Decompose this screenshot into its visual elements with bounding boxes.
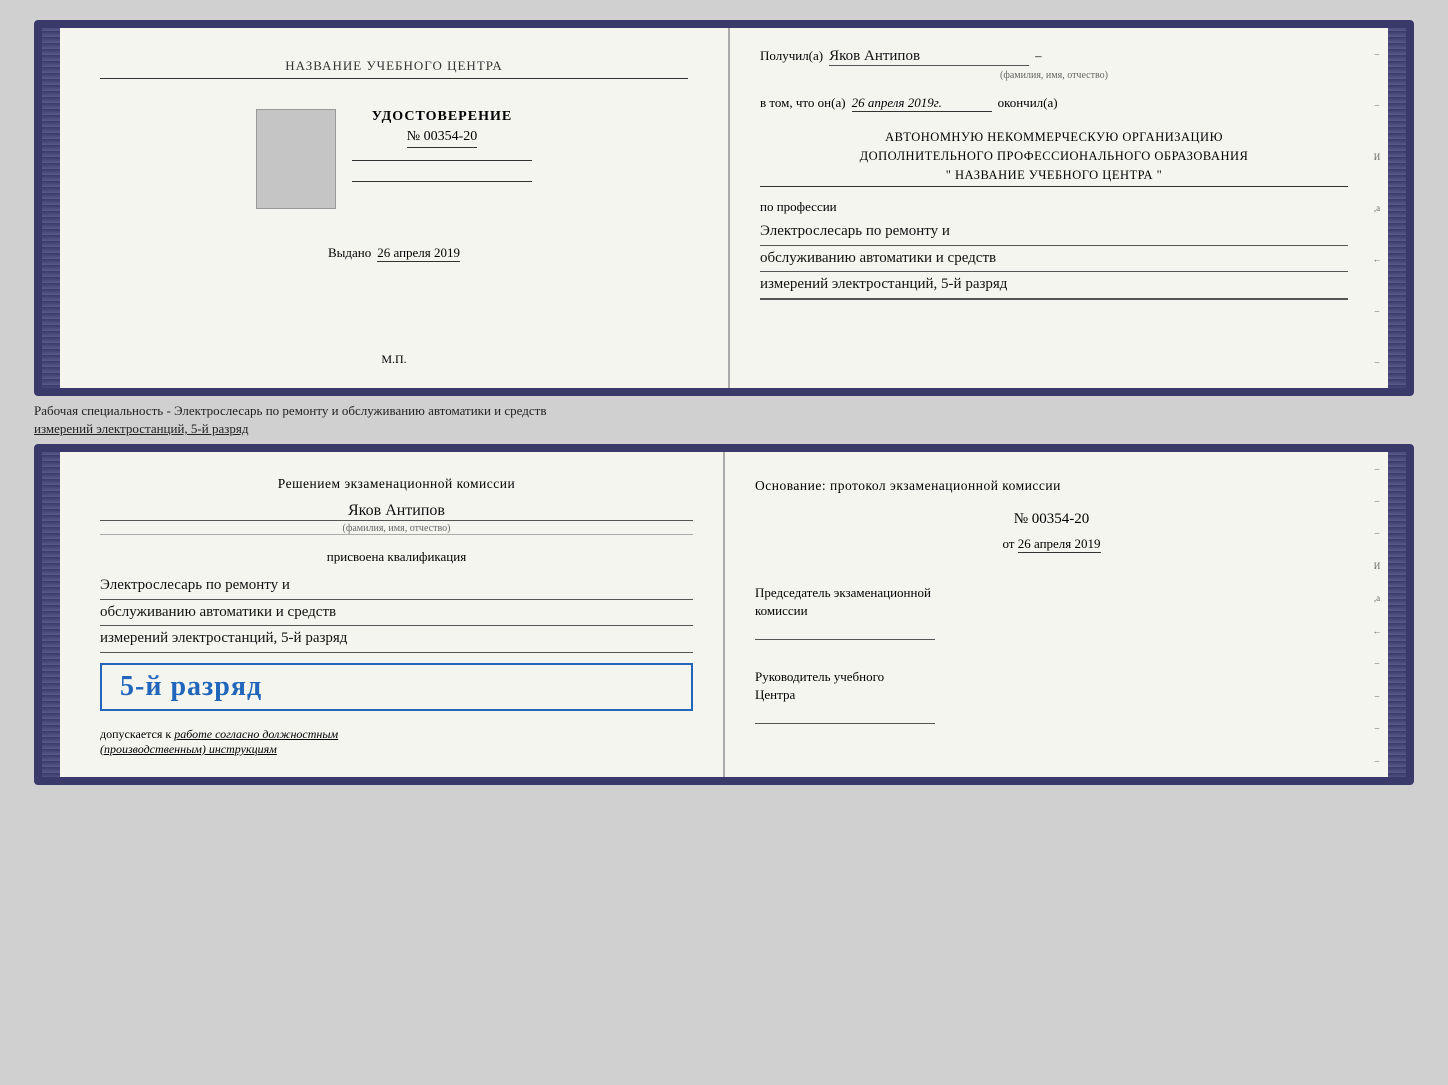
- org-line1: АВТОНОМНУЮ НЕКОММЕРЧЕСКУЮ ОРГАНИЗАЦИЮ: [760, 128, 1348, 147]
- allowed-text2: (производственным) инструкциям: [100, 742, 277, 756]
- separator-line1: Рабочая специальность - Электрослесарь п…: [34, 403, 546, 418]
- center-head-title: Руководитель учебного Центра: [755, 668, 1348, 704]
- bottom-booklet: Решением экзаменационной комиссии Яков А…: [34, 444, 1414, 785]
- allowed-text: работе согласно должностным: [174, 727, 338, 741]
- completed-end: окончил(а): [998, 95, 1058, 111]
- separator-text: Рабочая специальность - Электрослесарь п…: [34, 396, 1414, 444]
- chairman-title: Председатель экзаменационной комиссии: [755, 584, 1348, 620]
- completed-line: в том, что он(а) 26 апреля 2019г. окончи…: [760, 95, 1348, 112]
- cert-photo: [256, 109, 336, 209]
- profession-line3: измерений электростанций, 5-й разряд: [760, 272, 1348, 299]
- issued-label: Выдано: [328, 245, 371, 261]
- stamp-label: М.П.: [381, 352, 406, 366]
- cert-container: УДОСТОВЕРЕНИЕ № 00354-20: [256, 109, 532, 209]
- protocol-number: № 00354-20: [755, 511, 1348, 528]
- profession-label: по профессии: [760, 199, 1348, 215]
- profession-text: Электрослесарь по ремонту и обслуживанию…: [760, 219, 1348, 300]
- issued-row: Выдано 26 апреля 2019: [328, 245, 460, 262]
- recipient-name: Яков Антипов: [829, 48, 1029, 66]
- rank-badge: 5-й разряд: [100, 663, 693, 711]
- cert-title: УДОСТОВЕРЕНИЕ: [372, 109, 512, 125]
- basis-title: Основание: протокол экзаменационной коми…: [755, 476, 1348, 496]
- chairman-line: [755, 624, 935, 640]
- top-booklet: НАЗВАНИЕ УЧЕБНОГО ЦЕНТРА УДОСТОВЕРЕНИЕ №…: [34, 20, 1414, 396]
- top-left-page: НАЗВАНИЕ УЧЕБНОГО ЦЕНТРА УДОСТОВЕРЕНИЕ №…: [60, 28, 730, 388]
- cert-number: № 00354-20: [407, 129, 478, 148]
- center-head-line: [755, 708, 935, 724]
- fio-hint-top: (фамилия, имя, отчество): [760, 70, 1348, 81]
- allowed-prefix: допускается к: [100, 727, 171, 741]
- top-right-page: Получил(а) Яков Антипов – (фамилия, имя,…: [730, 28, 1388, 388]
- recipient-line: Получил(а) Яков Антипов –: [760, 48, 1348, 66]
- qual-line1: Электрослесарь по ремонту и: [100, 573, 693, 600]
- cert-line-2: [352, 181, 532, 182]
- qualification-label: присвоена квалификация: [100, 549, 693, 565]
- qual-line2: обслуживанию автоматики и средств: [100, 600, 693, 627]
- protocol-date: от 26 апреля 2019: [755, 536, 1348, 552]
- org-line2: ДОПОЛНИТЕЛЬНОГО ПРОФЕССИОНАЛЬНОГО ОБРАЗО…: [760, 147, 1348, 166]
- issued-date: 26 апреля 2019: [377, 245, 460, 262]
- profession-line2: обслуживанию автоматики и средств: [760, 246, 1348, 273]
- top-right-side-deco: – – И ,а ← – –: [1370, 28, 1384, 388]
- school-name-label: НАЗВАНИЕ УЧЕБНОГО ЦЕНТРА: [100, 58, 688, 79]
- allowed-line: допускается к работе согласно должностны…: [100, 727, 693, 757]
- separator-line2: измерений электростанций, 5-й разряд: [34, 421, 248, 436]
- document-container: НАЗВАНИЕ УЧЕБНОГО ЦЕНТРА УДОСТОВЕРЕНИЕ №…: [34, 20, 1414, 785]
- qualification-text: Электрослесарь по ремонту и обслуживанию…: [100, 573, 693, 653]
- cert-info: УДОСТОВЕРЕНИЕ № 00354-20: [352, 109, 532, 190]
- qual-line3: измерений электростанций, 5-й разряд: [100, 626, 693, 653]
- cert-line: [352, 160, 532, 161]
- commission-name: Яков Антипов: [100, 502, 693, 521]
- protocol-date-value: 26 апреля 2019: [1018, 536, 1101, 553]
- bottom-right-page: Основание: протокол экзаменационной коми…: [725, 452, 1388, 777]
- commission-title: Решением экзаменационной комиссии: [100, 476, 693, 492]
- recipient-dash: –: [1035, 48, 1042, 64]
- org-block: АВТОНОМНУЮ НЕКОММЕРЧЕСКУЮ ОРГАНИЗАЦИЮ ДО…: [760, 128, 1348, 187]
- protocol-date-prefix: от: [1002, 536, 1014, 551]
- bottom-left-page: Решением экзаменационной комиссии Яков А…: [60, 452, 725, 777]
- profession-line1: Электрослесарь по ремонту и: [760, 219, 1348, 246]
- completed-date: 26 апреля 2019г.: [852, 95, 992, 112]
- org-line3: " НАЗВАНИЕ УЧЕБНОГО ЦЕНТРА ": [760, 166, 1348, 188]
- completed-label: в том, что он(а): [760, 95, 846, 111]
- fio-hint-bottom: (фамилия, имя, отчество): [100, 523, 693, 535]
- bottom-right-side-deco: – – – И ,а ← – – – –: [1370, 452, 1384, 777]
- chairman-block: Председатель экзаменационной комиссии: [755, 584, 1348, 656]
- center-head-block: Руководитель учебного Центра: [755, 668, 1348, 740]
- stamp-area: М.П.: [381, 350, 406, 368]
- recipient-label: Получил(а): [760, 48, 823, 64]
